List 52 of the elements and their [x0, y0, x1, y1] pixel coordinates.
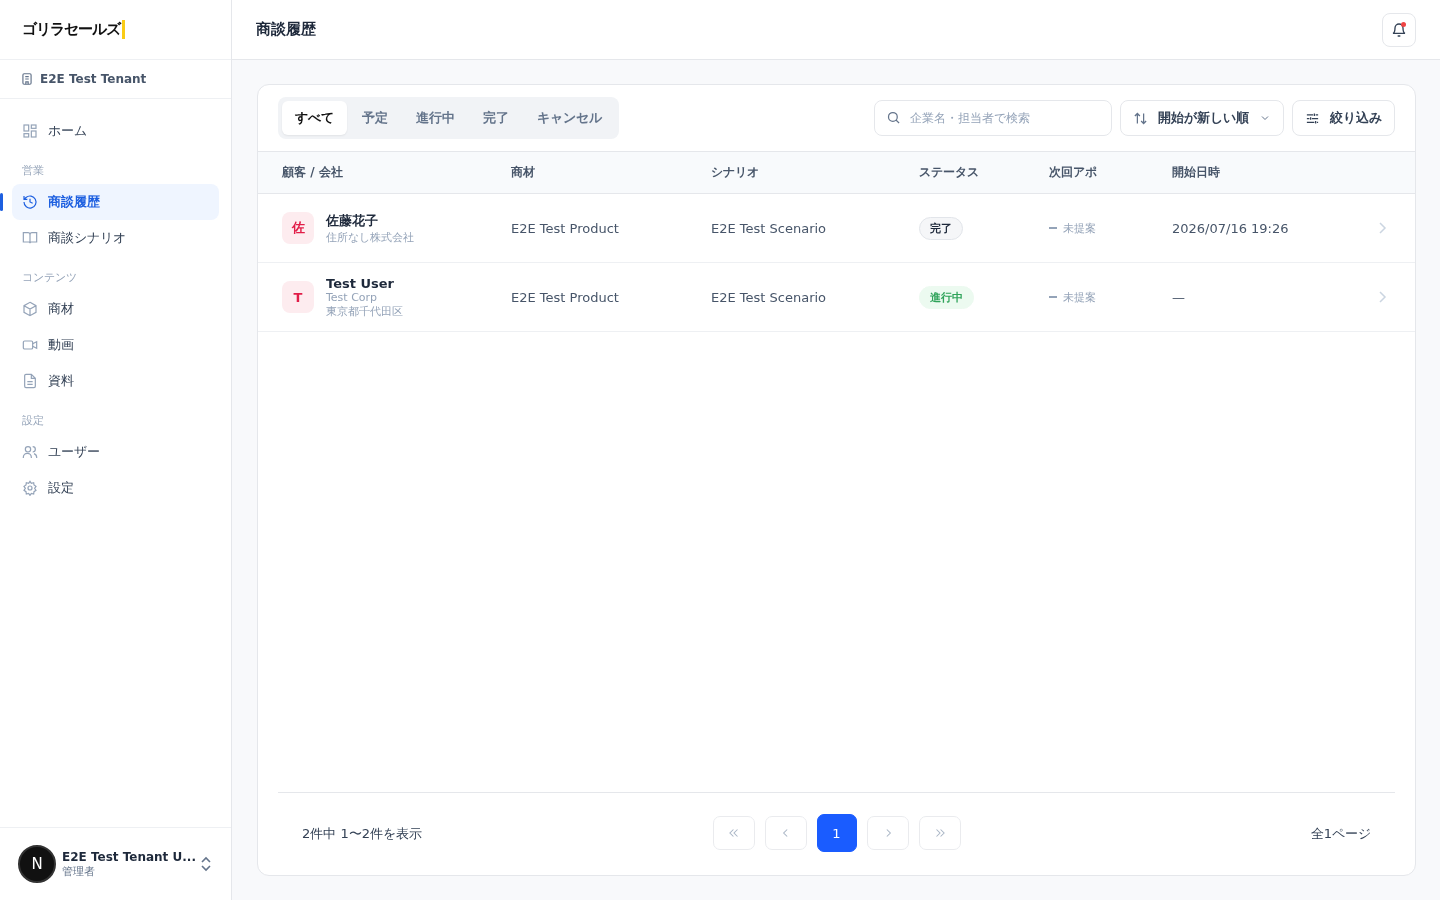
- page-button[interactable]: 1: [816, 814, 857, 852]
- table-row[interactable]: 佐 佐藤花子 住所なし株式会社 E2E Test Product E2E Test Scenario 完了 未提案 2026/07/16 19:26: [258, 194, 1415, 263]
- column-header: 開始日時: [1172, 164, 1221, 181]
- next-appointment: 未提案: [1063, 289, 1096, 305]
- status-badge: 完了: [919, 216, 963, 240]
- status-badge: 進行中: [919, 285, 974, 309]
- nav-item[interactable]: 商談シナリオ: [12, 220, 219, 256]
- sort-dropdown[interactable]: 開始が新しい順: [1120, 100, 1284, 136]
- search-field[interactable]: 企業名・担当者で検索: [874, 100, 1112, 136]
- logo: ゴリラセールズ: [22, 20, 125, 39]
- nav-section-label: コンテンツ: [21, 270, 78, 286]
- account-avatar: N: [18, 845, 56, 883]
- customer-initial: 佐: [282, 212, 314, 244]
- customer-initial: T: [282, 281, 314, 313]
- page-total: 全1ページ: [1309, 825, 1371, 843]
- product-cell-text: E2E Test Product: [511, 289, 620, 305]
- page-title: 商談履歴: [256, 20, 316, 39]
- account-role: 管理者: [62, 863, 96, 879]
- product-cell-text: E2E Test Product: [511, 220, 620, 236]
- company-detail: Test Corp: [326, 290, 379, 304]
- nav-section-label: 営業: [21, 163, 45, 179]
- filter-tab[interactable]: すべて: [282, 101, 347, 135]
- filter-tab[interactable]: 予定: [349, 101, 401, 135]
- column-header: 次回アポ: [1049, 164, 1098, 181]
- nav-section-label: 設定: [21, 413, 45, 429]
- company-detail: 東京都千代田区: [326, 303, 403, 319]
- customer-name: 佐藤花子: [326, 211, 379, 230]
- result-summary: 2件中 1〜2件を表示: [302, 825, 423, 843]
- tenant-name: E2E Test Tenant: [40, 72, 147, 86]
- start-datetime: —: [1172, 289, 1186, 305]
- scenario-cell-text: E2E Test Scenario: [711, 220, 828, 236]
- nav-item[interactable]: 動画: [12, 327, 219, 363]
- column-header: ステータス: [919, 164, 980, 181]
- column-header: シナリオ: [711, 164, 760, 181]
- nav-item[interactable]: ユーザー: [12, 434, 219, 470]
- filter-tab[interactable]: 進行中: [403, 101, 468, 135]
- next-appointment: 未提案: [1063, 220, 1096, 236]
- start-datetime: 2026/07/16 19:26: [1172, 220, 1290, 236]
- account-name: E2E Test Tenant U...: [62, 849, 193, 864]
- table-row[interactable]: T Test User Test Corp 東京都千代田区 E2E Test Product E2E Test Scenario 進行中 未提案 —: [258, 263, 1415, 332]
- filter-tab[interactable]: 完了: [470, 101, 522, 135]
- nav-item[interactable]: 商材: [12, 291, 219, 327]
- column-header: 商材: [511, 164, 536, 181]
- column-header: 顧客 / 会社: [282, 164, 344, 181]
- filter-tab[interactable]: キャンセル: [524, 101, 615, 135]
- company-detail: 住所なし株式会社: [326, 229, 414, 245]
- customer-name: Test User: [326, 275, 395, 291]
- nav-item[interactable]: 資料: [12, 363, 219, 399]
- nav-item[interactable]: ホーム: [12, 113, 219, 149]
- scenario-cell-text: E2E Test Scenario: [711, 289, 828, 305]
- nav-item[interactable]: 設定: [12, 470, 219, 506]
- filter-button[interactable]: 絞り込み: [1292, 100, 1395, 136]
